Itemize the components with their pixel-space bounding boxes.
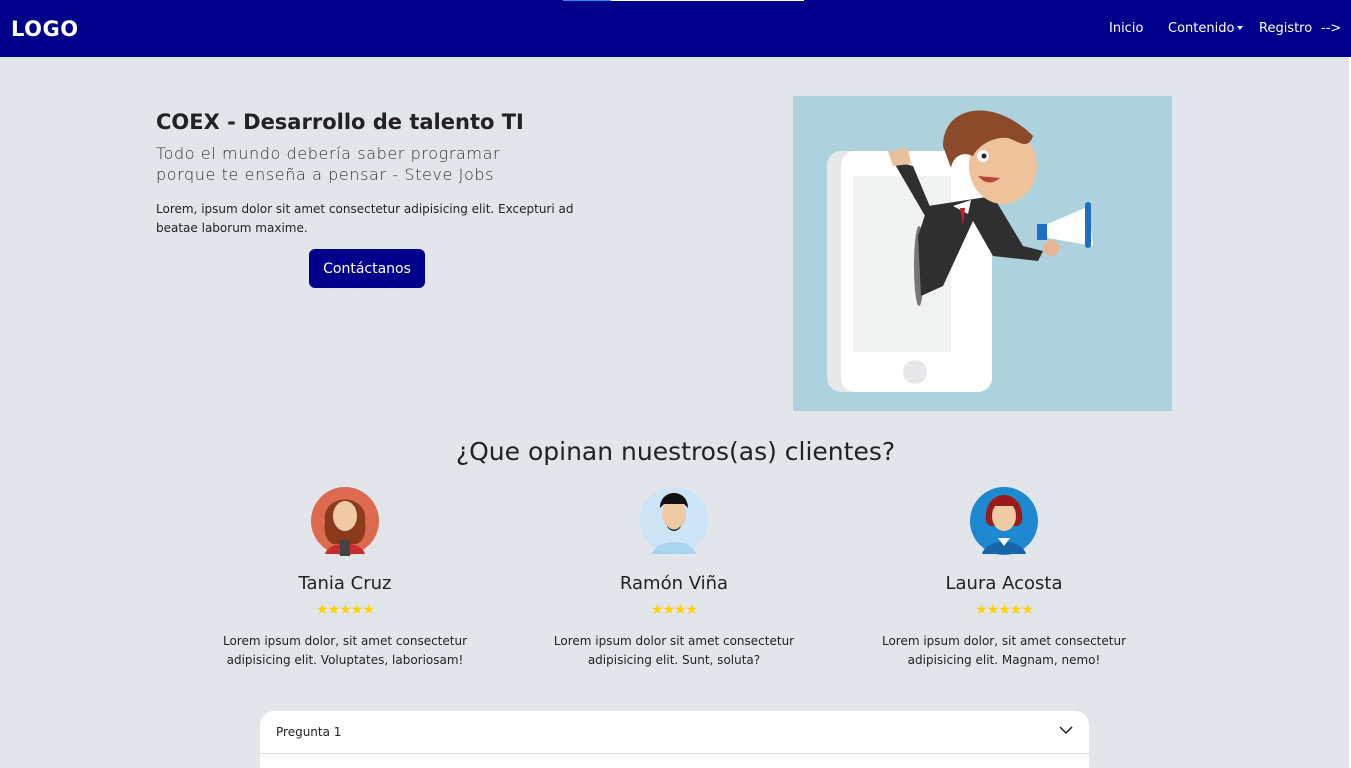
testimonial-card: Laura Acosta ★★★★★ Lorem ipsum dolor, si… — [864, 482, 1144, 670]
client-name: Tania Cruz — [298, 573, 392, 594]
nav-dropdown-label: Contenido — [1168, 21, 1235, 36]
accordion-item-label: Pregunta 1 — [276, 725, 342, 739]
client-name: Ramón Viña — [619, 573, 729, 594]
nav-link-arrow[interactable]: --> — [1321, 21, 1341, 36]
testimonials-title: ¿Que opinan nuestros(as) clientes? — [455, 437, 896, 466]
faq-accordion: Pregunta 1 — [260, 711, 1089, 768]
contact-button[interactable]: Contáctanos — [309, 249, 425, 288]
hero-quote: Todo el mundo debería saber programar po… — [156, 144, 501, 184]
man-beard-avatar-icon — [640, 487, 708, 555]
scroll-progress-fill — [563, 0, 612, 1]
client-review: Lorem ipsum dolor, sit amet consectetur … — [881, 634, 1127, 667]
nav-dropdown-contenido[interactable]: Contenido — [1168, 21, 1244, 36]
woman-curly-hair-avatar-icon — [311, 487, 379, 556]
scroll-progress-bar — [563, 0, 804, 1]
rating-stars-icon: ★★★★★ — [975, 601, 1034, 617]
hero-illustration — [793, 96, 1172, 411]
hero-title: COEX - Desarrollo de talento TI — [156, 110, 524, 134]
navbar: LOGO Inicio Contenido Registro --> — [0, 0, 1351, 57]
woman-red-hair-avatar-icon — [970, 487, 1038, 555]
testimonial-card: Ramón Viña ★★★★ Lorem ipsum dolor sit am… — [534, 482, 814, 670]
client-review: Lorem ipsum dolor, sit amet consectetur … — [222, 634, 468, 667]
testimonial-card: Tania Cruz ★★★★★ Lorem ipsum dolor, sit … — [205, 482, 485, 670]
hero-text: Lorem, ipsum dolor sit amet consectetur … — [156, 202, 574, 235]
accordion-item-pregunta-1[interactable]: Pregunta 1 — [260, 711, 1089, 754]
chevron-down-icon — [1059, 726, 1073, 735]
client-review: Lorem ipsum dolor sit amet consectetur a… — [553, 634, 795, 667]
nav-link-inicio[interactable]: Inicio — [1109, 21, 1143, 36]
nav-link-registro[interactable]: Registro — [1259, 21, 1312, 36]
caret-down-icon — [1237, 26, 1244, 30]
rating-stars-icon: ★★★★ — [650, 601, 698, 617]
logo[interactable]: LOGO — [11, 17, 79, 41]
rating-stars-icon: ★★★★★ — [316, 601, 375, 617]
client-name: Laura Acosta — [945, 573, 1063, 594]
